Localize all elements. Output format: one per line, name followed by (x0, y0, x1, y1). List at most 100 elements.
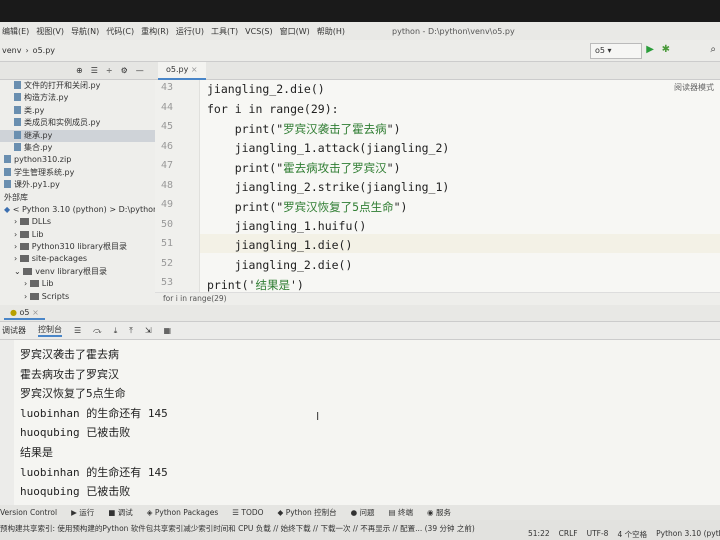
tree-item[interactable]: › Scripts (0, 291, 155, 303)
search-icon[interactable]: ⌕ (710, 44, 716, 55)
menu-icon[interactable]: ☰ (74, 326, 81, 335)
collapse-all-icon[interactable]: ÷ (106, 66, 113, 75)
status-item[interactable]: 51:22 (528, 529, 550, 540)
toolwindow-button[interactable]: ◆ Python 控制台 (278, 507, 337, 518)
tree-item[interactable]: 类.py (0, 105, 155, 117)
tree-item[interactable]: 文件的打开和关闭.py (0, 80, 155, 92)
console-line: 霍去病攻击了罗宾汉 (20, 367, 119, 381)
status-bar: 预构建共享索引: 使用预构建的Python 软件包共享索引减少索引时间和 CPU… (0, 520, 720, 540)
code-editor[interactable]: 43 44 45 46 47 48 49 50 51 52 53 阅读器模式 jiangling_2… (155, 80, 720, 292)
tree-item[interactable]: 集合.py (0, 142, 155, 154)
tree-item[interactable]: 继承.py (0, 129, 155, 142)
folder-icon (19, 255, 29, 263)
menu-item[interactable]: 视图(V) (36, 26, 64, 37)
toolwindow-icon: ● (350, 508, 360, 517)
toolwindow-label: Version Control (0, 508, 58, 517)
run-to-cursor-icon[interactable]: ⇲ (145, 326, 152, 335)
string-literal: 结果是 (255, 278, 290, 292)
toolwindow-button[interactable]: ◈ Python Packages (147, 508, 219, 517)
code-line: for i in range(29): (207, 102, 339, 116)
toolwindow-button[interactable]: ◉ 服务 (427, 507, 451, 518)
run-tab-bar: ● o5 × (0, 305, 720, 322)
tree-item[interactable]: python310.zip (0, 154, 155, 166)
status-item[interactable]: 4 个空格 (617, 529, 647, 540)
toolwindow-button[interactable]: ▶ 运行 (71, 507, 94, 518)
chevron-icon[interactable]: ⌄ (14, 267, 23, 276)
code-text: ') (289, 278, 304, 292)
menu-item[interactable]: 工具(T) (211, 26, 238, 37)
expand-all-icon[interactable]: ☰ (91, 66, 98, 75)
code-text: for i in range(29): (207, 101, 339, 116)
tree-item[interactable]: › site-packages (0, 253, 155, 265)
tree-item-label: < Python 3.10 (python) > D:\python\venv (12, 204, 155, 214)
line-number: 45 (161, 121, 174, 132)
code-breadcrumb[interactable]: for i in range(29) (155, 292, 720, 305)
menu-item[interactable]: 窗口(W) (280, 26, 310, 37)
toolwindow-button[interactable]: ▤ 终端 (389, 507, 413, 518)
window-title: python - D:\python\venv\o5.py (392, 26, 515, 36)
tree-item[interactable]: › Python310 library根目录 (0, 241, 155, 253)
console-output[interactable]: I 罗宾汉袭击了霍去病 霍去病攻击了罗宾汉 罗宾汉恢复了5点生命 luobinhan … (0, 340, 720, 505)
tree-item[interactable]: › DLLs (0, 216, 155, 228)
run-icon[interactable]: ▶ (646, 44, 654, 55)
gear-icon[interactable]: ⚙ (121, 66, 128, 75)
menu-item[interactable]: 运行(U) (176, 26, 204, 37)
locate-icon[interactable]: ⊕ (76, 66, 83, 75)
tree-item[interactable]: 构造方法.py (0, 92, 155, 104)
python-file-icon (14, 93, 21, 102)
tree-item[interactable]: ⌄ venv library根目录 (0, 266, 155, 278)
tree-item[interactable]: 学生管理系统.py (0, 167, 155, 179)
toolwindow-button[interactable]: ■ 调试 (108, 507, 132, 518)
status-message[interactable]: 预构建共享索引: 使用预构建的Python 软件包共享索引减少索引时间和 CPU… (0, 523, 475, 534)
tree-item[interactable]: 类成员和实例成员.py (0, 117, 155, 129)
menu-item[interactable]: VCS(S) (245, 27, 272, 36)
code-line: jiangling_2.die() (207, 258, 353, 272)
step-over-icon[interactable]: ⤼ (93, 326, 102, 336)
code-text: jiangling_1.attack(jiangling_2) (207, 140, 450, 155)
run-tab-o5[interactable]: ● o5 × (4, 307, 45, 320)
tab-o5-py[interactable]: o5.py × (158, 62, 206, 80)
close-icon[interactable]: × (191, 65, 198, 74)
console-line: huoqubing 已被击败 (20, 485, 131, 499)
menu-item[interactable]: 代码(C) (106, 26, 134, 37)
toolwindow-button[interactable]: ● 问题 (351, 507, 375, 518)
tree-item[interactable]: ◆ < Python 3.10 (python) > D:\python\ven… (0, 204, 155, 216)
line-number: 46 (161, 140, 174, 152)
toolwindow-label: 调试 (117, 508, 133, 517)
folder-icon (29, 292, 39, 300)
menu-item[interactable]: 帮助(H) (317, 26, 345, 37)
toolwindow-icon: ▤ (388, 508, 399, 517)
menu-item[interactable]: 导航(N) (71, 26, 99, 37)
step-out-icon[interactable]: ⤒ (129, 326, 133, 336)
reader-mode-button[interactable]: 阅读器模式 (674, 82, 714, 93)
line-number: 51 (161, 238, 174, 249)
evaluate-icon[interactable]: ▦ (164, 326, 172, 335)
debug-icon[interactable]: ✱ (662, 44, 670, 55)
tree-item[interactable]: 外部库 (0, 192, 155, 204)
tab-debugger[interactable]: 调试器 (2, 325, 26, 336)
toolwindow-icon: ◆ (277, 508, 286, 517)
step-into-icon[interactable]: ⤓ (114, 326, 118, 336)
tree-item-label: 继承.py (24, 130, 53, 140)
tab-console[interactable]: 控制台 (38, 324, 62, 337)
menu-item[interactable]: 重构(R) (141, 26, 169, 37)
tree-item[interactable]: › Lib (0, 278, 155, 290)
status-item[interactable]: Python 3.10 (python) (656, 529, 720, 540)
tree-item[interactable]: › Lib (0, 229, 155, 241)
breadcrumb-venv[interactable]: venv (2, 46, 21, 55)
line-number: 50 (161, 218, 174, 230)
tree-item-label: DLLs (31, 217, 51, 227)
toolwindow-button[interactable]: ☰ TODO (232, 508, 263, 517)
breadcrumb-file[interactable]: o5.py (33, 46, 55, 55)
status-item[interactable]: CRLF (559, 529, 578, 540)
toolwindow-label: Python Packages (154, 508, 219, 517)
toolwindow-icon: ▶ (71, 508, 80, 517)
close-icon[interactable]: × (32, 308, 39, 317)
run-config-select[interactable]: o5 ▾ (590, 43, 642, 59)
tree-item[interactable]: 课外.py1.py (0, 179, 155, 191)
menu-item[interactable]: 编辑(E) (2, 26, 29, 37)
hide-icon[interactable]: — (136, 66, 144, 75)
console-line: 罗宾汉恢复了5点生命 (20, 387, 126, 401)
status-item[interactable]: UTF-8 (587, 529, 609, 540)
toolwindow-button[interactable]: Version Control (0, 508, 57, 517)
